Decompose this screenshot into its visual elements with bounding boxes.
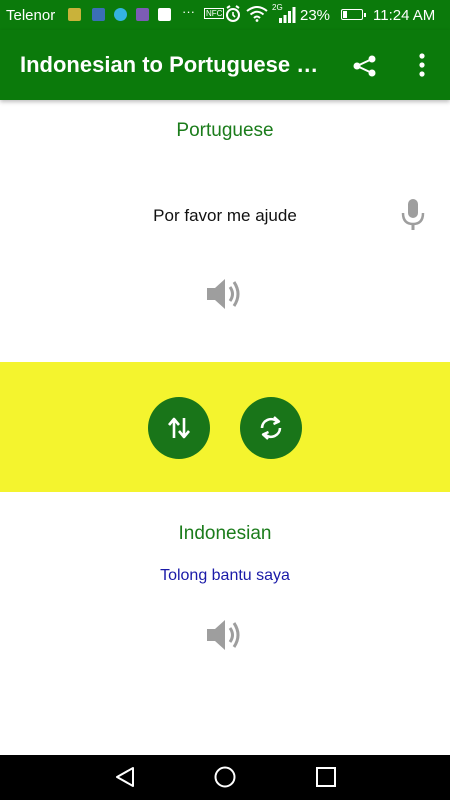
back-triangle-icon[interactable]	[113, 765, 137, 794]
control-band	[0, 362, 450, 492]
source-speaker-icon[interactable]	[205, 276, 245, 312]
mic-icon[interactable]	[400, 198, 426, 232]
clock: 11:24 AM	[373, 7, 436, 24]
gmail-notification-icon	[158, 8, 171, 21]
more-notifications-icon: ···	[182, 4, 195, 19]
broom-notification-icon	[68, 8, 81, 21]
carrier-name: Telenor	[6, 7, 56, 24]
battery-percent: 23%	[300, 7, 331, 24]
target-speaker-icon[interactable]	[205, 617, 245, 653]
app-title: Indonesian to Portuguese Translator	[20, 52, 320, 77]
image-notification-icon	[136, 8, 149, 21]
source-text[interactable]: Por favor me ajude	[0, 206, 450, 226]
recents-square-icon[interactable]	[314, 765, 338, 794]
source-language-label[interactable]: Portuguese	[0, 120, 450, 142]
share-icon[interactable]	[352, 54, 378, 78]
chat-notification-icon	[114, 8, 127, 21]
message-notification-icon	[92, 8, 105, 21]
wifi-icon	[246, 6, 268, 25]
more-vert-icon[interactable]	[410, 52, 434, 78]
app-bar: Indonesian to Portuguese Translator	[0, 30, 450, 100]
swap-languages-button[interactable]	[148, 397, 210, 459]
home-circle-icon[interactable]	[213, 765, 237, 794]
battery-icon	[341, 9, 366, 20]
signal-icon	[278, 7, 296, 26]
translated-text[interactable]: Tolong bantu saya	[0, 567, 450, 585]
swap-vertical-icon	[168, 417, 190, 439]
refresh-icon	[260, 416, 282, 440]
alarm-icon	[225, 5, 241, 26]
navigation-bar	[0, 755, 450, 800]
refresh-button[interactable]	[240, 397, 302, 459]
status-bar: Telenor ··· NFC 2G 23% 11:24 AM	[0, 0, 450, 30]
target-language-label[interactable]: Indonesian	[0, 523, 450, 545]
nfc-icon: NFC	[204, 8, 225, 19]
